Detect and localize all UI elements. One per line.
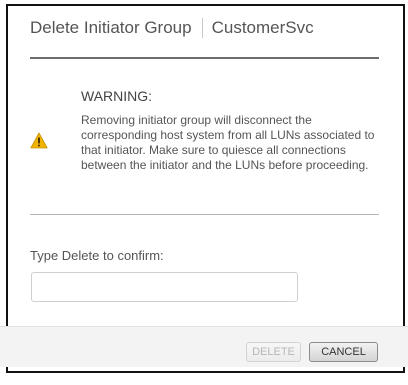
dialog-object-name: CustomerSvc bbox=[211, 18, 314, 37]
warning-triangle-icon bbox=[30, 132, 48, 149]
dialog-title-text: Delete Initiator Group bbox=[30, 18, 192, 37]
dialog-title: Delete Initiator Group CustomerSvc bbox=[30, 18, 314, 38]
confirm-delete-input[interactable] bbox=[31, 272, 298, 302]
delete-button[interactable]: DELETE bbox=[246, 342, 301, 362]
warning-heading: WARNING: bbox=[81, 88, 153, 104]
confirm-label: Type Delete to confirm: bbox=[30, 248, 164, 263]
delete-initiator-group-dialog bbox=[6, 4, 405, 373]
header-divider bbox=[30, 57, 379, 59]
warning-message: Removing initiator group will disconnect… bbox=[81, 113, 375, 172]
cancel-button[interactable]: CANCEL bbox=[309, 342, 378, 362]
title-separator bbox=[201, 18, 203, 38]
section-divider bbox=[30, 214, 379, 215]
